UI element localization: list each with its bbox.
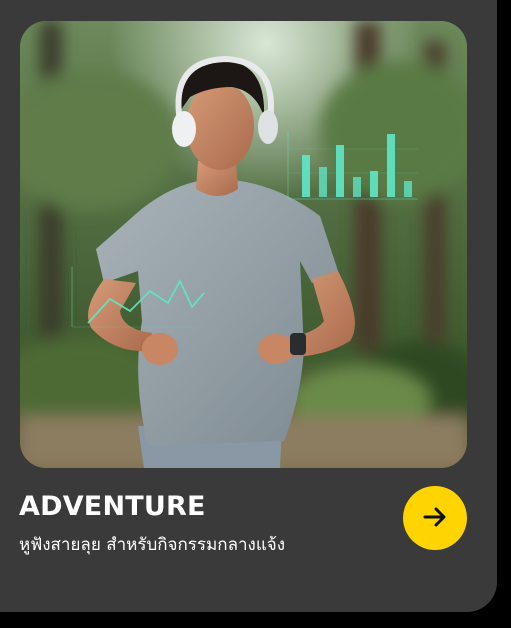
- product-card: ADVENTURE หูฟังสายลุย สำหรับกิจกรรมกลางแ…: [0, 0, 497, 612]
- card-subtitle: หูฟังสายลุย สำหรับกิจกรรมกลางแจ้ง: [19, 535, 286, 555]
- runner-photo: [20, 21, 467, 468]
- hero-image[interactable]: [20, 21, 467, 468]
- card-title: ADVENTURE: [19, 491, 206, 522]
- next-button[interactable]: [403, 486, 467, 550]
- arrow-right-icon: [421, 503, 449, 534]
